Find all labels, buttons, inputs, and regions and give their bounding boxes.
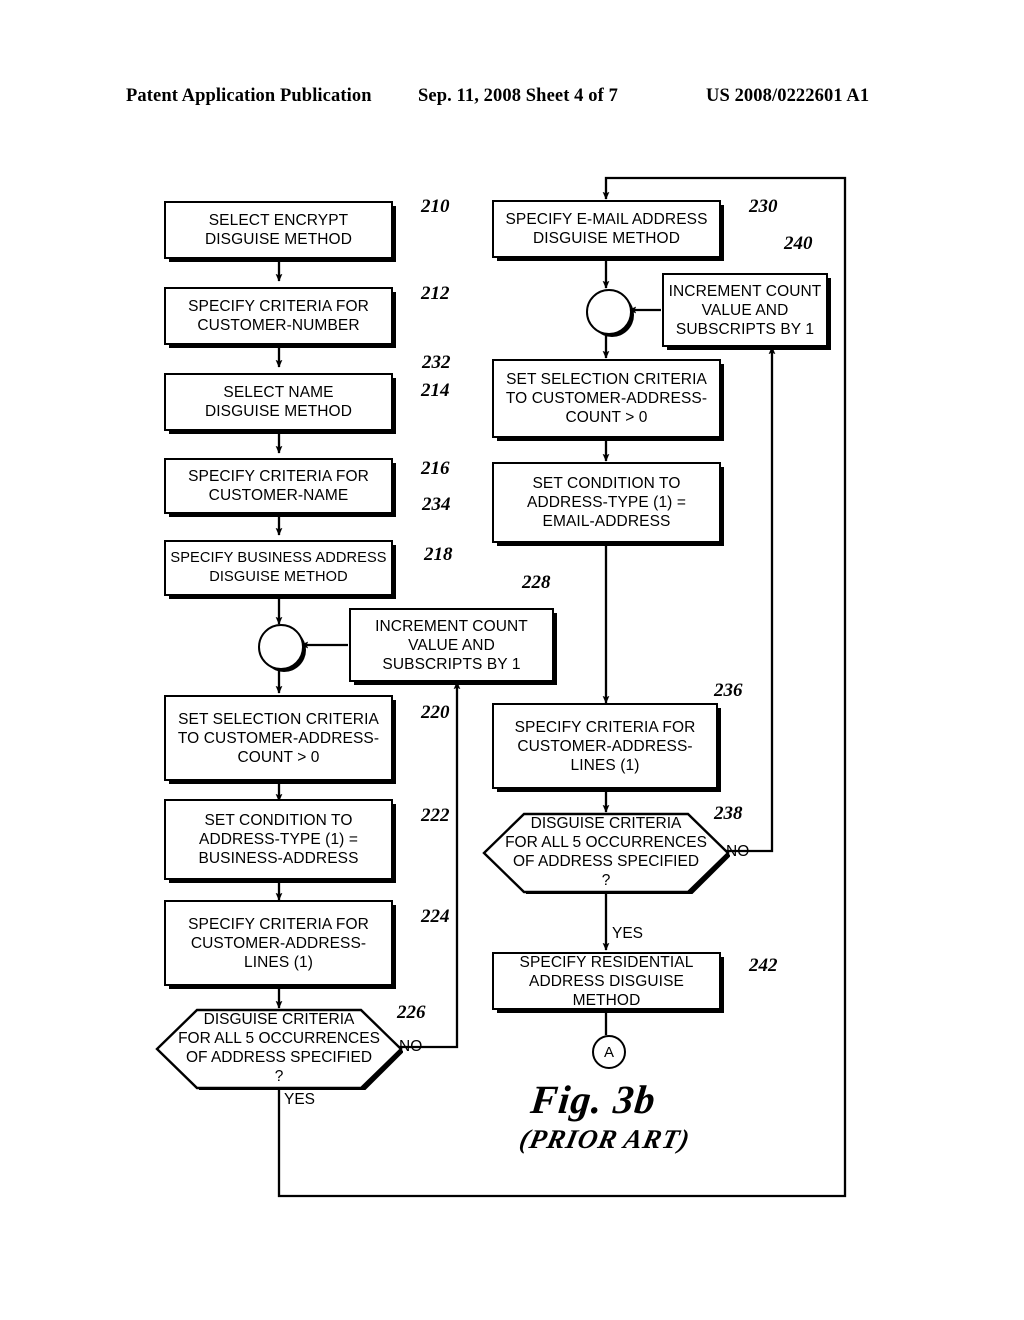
- process-node-210[interactable]: SELECT ENCRYPT DISGUISE METHOD: [164, 201, 393, 259]
- patent-sheet: Patent Application Publication Sep. 11, …: [0, 0, 1024, 1320]
- node-label: SET SELECTION CRITERIA TO CUSTOMER-ADDRE…: [177, 710, 380, 766]
- node-label: SPECIFY RESIDENTIAL ADDRESS DISGUISE MET…: [519, 953, 694, 1009]
- ref-numeral-232: 232: [422, 352, 451, 373]
- process-node-218[interactable]: SPECIFY BUSINESS ADDRESS DISGUISE METHOD: [164, 540, 393, 596]
- ref-numeral-230: 230: [749, 196, 778, 217]
- ref-numeral-242: 242: [749, 955, 778, 976]
- ref-numeral-210: 210: [421, 196, 450, 217]
- ref-numeral-228: 228: [522, 572, 551, 593]
- node-label: SPECIFY CRITERIA FOR CUSTOMER-ADDRESS- L…: [514, 718, 696, 774]
- process-node-234[interactable]: SET CONDITION TO ADDRESS-TYPE (1) = EMAI…: [492, 462, 721, 543]
- process-node-236[interactable]: SPECIFY CRITERIA FOR CUSTOMER-ADDRESS- L…: [492, 703, 718, 789]
- process-node-216[interactable]: SPECIFY CRITERIA FOR CUSTOMER-NAME: [164, 458, 393, 514]
- ref-numeral-240: 240: [784, 233, 813, 254]
- junction-node-right: [586, 289, 632, 335]
- process-node-222[interactable]: SET CONDITION TO ADDRESS-TYPE (1) = BUSI…: [164, 799, 393, 880]
- connector-node-a[interactable]: A: [592, 1035, 626, 1069]
- node-label: SPECIFY E-MAIL ADDRESS DISGUISE METHOD: [505, 211, 708, 247]
- process-node-232[interactable]: SET SELECTION CRITERIA TO CUSTOMER-ADDRE…: [492, 359, 721, 438]
- process-node-224[interactable]: SPECIFY CRITERIA FOR CUSTOMER-ADDRESS- L…: [164, 900, 393, 986]
- page-header: Patent Application Publication Sep. 11, …: [0, 86, 1024, 116]
- node-label: INCREMENT COUNT VALUE AND SUBSCRIPTS BY …: [375, 617, 528, 673]
- branch-label-yes-226: YES: [284, 1091, 316, 1108]
- process-node-230[interactable]: SPECIFY E-MAIL ADDRESS DISGUISE METHOD: [492, 200, 721, 258]
- ref-numeral-238: 238: [714, 803, 743, 824]
- ref-numeral-224: 224: [421, 906, 450, 927]
- header-date-sheet: Sep. 11, 2008 Sheet 4 of 7: [418, 86, 618, 106]
- node-label: SPECIFY CRITERIA FOR CUSTOMER-NAME: [188, 468, 369, 504]
- node-label: SET CONDITION TO ADDRESS-TYPE (1) = EMAI…: [527, 475, 686, 530]
- ref-numeral-216: 216: [421, 458, 450, 479]
- process-node-214[interactable]: SELECT NAME DISGUISE METHOD: [164, 373, 393, 431]
- ref-numeral-218: 218: [424, 544, 453, 565]
- figure-caption: Fig. 3b: [528, 1077, 659, 1122]
- node-label: DISGUISE CRITERIA FOR ALL 5 OCCURRENCES …: [505, 815, 707, 889]
- branch-label-yes-238: YES: [612, 925, 644, 942]
- node-label: INCREMENT COUNT VALUE AND SUBSCRIPTS BY …: [668, 282, 822, 338]
- ref-numeral-236: 236: [714, 680, 743, 701]
- node-label: SPECIFY BUSINESS ADDRESS DISGUISE METHOD: [170, 550, 387, 585]
- node-label: SET CONDITION TO ADDRESS-TYPE (1) = BUSI…: [198, 812, 359, 867]
- process-node-228[interactable]: INCREMENT COUNT VALUE AND SUBSCRIPTS BY …: [349, 608, 554, 682]
- process-node-212[interactable]: SPECIFY CRITERIA FOR CUSTOMER-NUMBER: [164, 287, 393, 345]
- process-node-242[interactable]: SPECIFY RESIDENTIAL ADDRESS DISGUISE MET…: [492, 952, 721, 1010]
- branch-label-no-238: NO: [726, 843, 750, 860]
- node-label: SELECT ENCRYPT DISGUISE METHOD: [204, 212, 353, 248]
- ref-numeral-222: 222: [421, 805, 450, 826]
- connector-label: A: [603, 1043, 614, 1061]
- node-label: SELECT NAME DISGUISE METHOD: [204, 384, 353, 420]
- node-label: DISGUISE CRITERIA FOR ALL 5 OCCURRENCES …: [178, 1011, 380, 1085]
- decision-node-238[interactable]: DISGUISE CRITERIA FOR ALL 5 OCCURRENCES …: [482, 812, 731, 896]
- header-publication: Patent Application Publication: [126, 86, 372, 106]
- node-label: SPECIFY CRITERIA FOR CUSTOMER-NUMBER: [188, 298, 369, 334]
- node-label: SPECIFY CRITERIA FOR CUSTOMER-ADDRESS- L…: [188, 915, 369, 971]
- junction-node-left: [258, 624, 304, 670]
- process-node-220[interactable]: SET SELECTION CRITERIA TO CUSTOMER-ADDRE…: [164, 695, 393, 781]
- ref-numeral-234: 234: [422, 494, 451, 515]
- node-label: SET SELECTION CRITERIA TO CUSTOMER-ADDRE…: [505, 371, 708, 426]
- branch-label-no-226: NO: [399, 1038, 423, 1055]
- ref-numeral-214: 214: [421, 380, 450, 401]
- header-patent-number: US 2008/0222601 A1: [706, 86, 870, 106]
- ref-numeral-226: 226: [397, 1002, 426, 1023]
- ref-numeral-212: 212: [421, 283, 450, 304]
- process-node-240[interactable]: INCREMENT COUNT VALUE AND SUBSCRIPTS BY …: [662, 273, 828, 347]
- decision-node-226[interactable]: DISGUISE CRITERIA FOR ALL 5 OCCURRENCES …: [155, 1008, 404, 1092]
- ref-numeral-220: 220: [421, 702, 450, 723]
- figure-subcaption: (PRIOR ART): [516, 1124, 694, 1154]
